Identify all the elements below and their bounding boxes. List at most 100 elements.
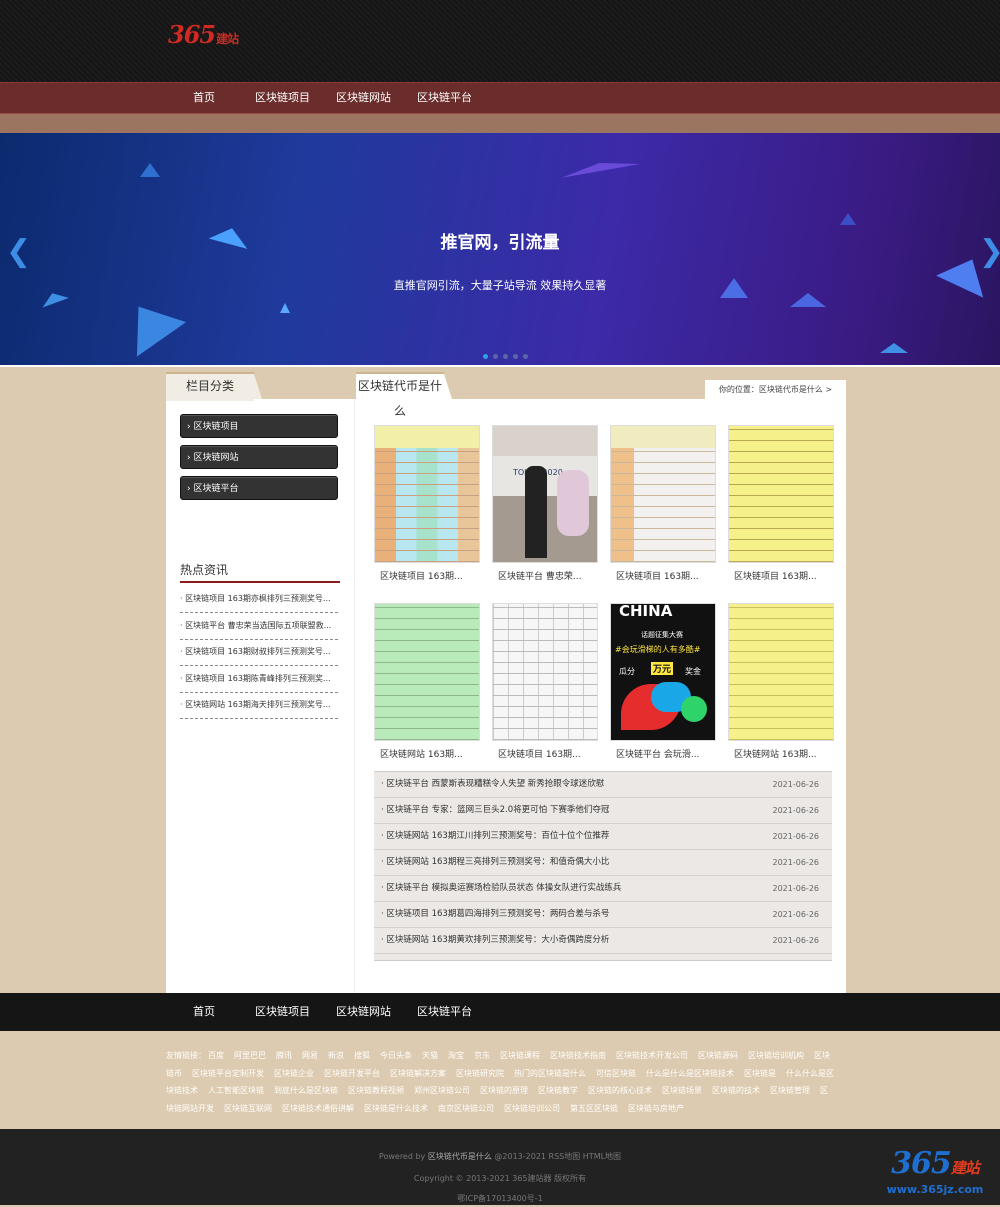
- friend-link[interactable]: 区块链技术指南: [550, 1051, 606, 1060]
- friend-link[interactable]: 网易: [302, 1051, 318, 1060]
- friend-link[interactable]: 区块链平台定制开发: [192, 1069, 264, 1078]
- friend-link[interactable]: 区块链课程: [500, 1051, 540, 1060]
- site-name-link[interactable]: 区块链代币是什么: [428, 1152, 492, 1161]
- sidebar-item-label: 区块链平台: [193, 484, 239, 494]
- sidebar-item-blockchain-site[interactable]: › 区块链网站: [180, 445, 338, 469]
- banner-shape: [140, 163, 160, 177]
- friend-link[interactable]: 新浪: [328, 1051, 344, 1060]
- friend-link[interactable]: 区块链互联网: [224, 1104, 272, 1113]
- friend-link[interactable]: 区块链研究院: [456, 1069, 504, 1078]
- news-item[interactable]: · 区块链网站 163期程三亮排列三预测奖号：和值奇偶大小比 2021-06-26: [374, 850, 832, 876]
- copyright-text: Copyright © 2013-2021 365建站器 版权所有: [413, 1174, 587, 1183]
- banner-shape: [113, 289, 187, 357]
- friend-link[interactable]: 郑州区块链公司: [414, 1086, 470, 1095]
- banner-dot[interactable]: [523, 354, 528, 359]
- news-list: · 区块链平台 西蒙斯表现糟糕令人失望 新秀抢眼令球迷欣慰 2021-06-26 …: [374, 771, 832, 961]
- friend-link[interactable]: 区块链培训机构: [748, 1051, 804, 1060]
- footer-nav-blockchain-site[interactable]: 区块链网站: [336, 993, 391, 1031]
- hot-news-item[interactable]: · 区块链平台 曹忠荣当选国际五项联盟救...: [180, 613, 338, 640]
- powered-suffix[interactable]: @2013-2021 RSS地图 HTML地图: [492, 1152, 621, 1161]
- friend-link[interactable]: 区块链是什么技术: [364, 1104, 428, 1113]
- breadcrumb[interactable]: 你的位置：区块链代币是什么 >: [705, 380, 846, 399]
- hot-news-item[interactable]: · 区块链项目 163期财叔排列三预测奖号...: [180, 639, 338, 666]
- news-item[interactable]: · 区块链平台 专家：篮网三巨头2.0将更可怕 下赛季他们夺冠 2021-06-2…: [374, 798, 832, 824]
- friend-link[interactable]: 区块链教程视频: [348, 1086, 404, 1095]
- friend-link[interactable]: 区块链与房地产: [628, 1104, 684, 1113]
- friend-link[interactable]: 百度: [208, 1051, 224, 1060]
- tab-current-column[interactable]: 区块链代币是什么: [356, 372, 444, 418]
- sub-bar: [0, 114, 1000, 133]
- friend-link[interactable]: 热门的区块链是什么: [514, 1069, 586, 1078]
- article-caption: 区块链网站 163期...: [734, 750, 817, 760]
- nav-blockchain-project[interactable]: 区块链项目: [255, 83, 310, 113]
- article-card[interactable]: CHINA 话题征集大赛 #会玩滑梯的人有多酷# 瓜分 万元 奖金 区块链平台 …: [610, 603, 716, 760]
- powered-line: Powered by 区块链代币是什么 @2013-2021 RSS地图 HTM…: [0, 1151, 1000, 1162]
- sidebar-item-blockchain-project[interactable]: › 区块链项目: [180, 414, 338, 438]
- friend-link[interactable]: 区块链的核心技术: [588, 1086, 652, 1095]
- friend-link[interactable]: 淘宝: [448, 1051, 464, 1060]
- news-item[interactable]: · 区块链网站 163期黄欢排列三预测奖号：大小奇偶跨度分析 2021-06-26: [374, 928, 832, 954]
- friend-link[interactable]: 第五区区块链: [570, 1104, 618, 1113]
- friend-link[interactable]: 区块链源码: [698, 1051, 738, 1060]
- banner-dot[interactable]: [513, 354, 518, 359]
- friend-link[interactable]: 区块链场景: [662, 1086, 702, 1095]
- friend-link[interactable]: 区块链教学: [538, 1086, 578, 1095]
- news-item[interactable]: · 区块链网站 163期江川排列三预测奖号：百位十位个位推荐 2021-06-26: [374, 824, 832, 850]
- hot-news-item[interactable]: · 区块链项目 163期陈青峰排列三预测奖...: [180, 666, 338, 693]
- friend-link[interactable]: 可信区块链: [596, 1069, 636, 1078]
- friend-link[interactable]: 区块链的技术: [712, 1086, 760, 1095]
- banner-dot[interactable]: [483, 354, 488, 359]
- footer-nav-blockchain-project[interactable]: 区块链项目: [255, 993, 310, 1031]
- banner-dot[interactable]: [493, 354, 498, 359]
- nav-home[interactable]: 首页: [193, 83, 215, 113]
- friend-link[interactable]: 区块链企业: [274, 1069, 314, 1078]
- hot-news-text: 区块链项目 163期亦枫排列三预测奖号...: [185, 594, 331, 603]
- article-card[interactable]: 区块链项目 163期...: [610, 425, 716, 582]
- friend-link[interactable]: 区块链管理: [770, 1086, 810, 1095]
- friend-link[interactable]: 区块链是: [744, 1069, 776, 1078]
- banner-next-arrow-icon[interactable]: ❯: [979, 237, 1000, 267]
- banner-subtitle: 直推官网引流，大量子站导流 效果持久显著: [393, 279, 607, 292]
- friend-link[interactable]: 什么是什么是区块链技术: [646, 1069, 734, 1078]
- friend-link[interactable]: 人工智能区块链: [208, 1086, 264, 1095]
- friend-link[interactable]: 天猫: [422, 1051, 438, 1060]
- friend-link[interactable]: 到底什么是区块链: [274, 1086, 338, 1095]
- nav-blockchain-platform[interactable]: 区块链平台: [417, 83, 472, 113]
- friend-link[interactable]: 区块链技术开发公司: [616, 1051, 688, 1060]
- friend-link[interactable]: 阿里巴巴: [234, 1051, 266, 1060]
- news-item[interactable]: · 区块链平台 模拟奥运赛场检验队员状态 体操女队进行实战练兵 2021-06-2…: [374, 876, 832, 902]
- article-card[interactable]: TOKYO 2020 区块链平台 曹忠荣...: [492, 425, 598, 582]
- friend-link[interactable]: 区块链培训公司: [504, 1104, 560, 1113]
- friend-link[interactable]: 区块链技术通俗讲解: [282, 1104, 354, 1113]
- friend-link[interactable]: 京东: [474, 1051, 490, 1060]
- news-item[interactable]: · 区块链项目 163期葛四海排列三预测奖号：两码合差与杀号 2021-06-26: [374, 902, 832, 928]
- icp-number[interactable]: 鄂ICP备17013400号-1: [0, 1193, 1000, 1204]
- footer-nav-blockchain-platform[interactable]: 区块链平台: [417, 993, 472, 1031]
- friend-link[interactable]: 区块链解决方案: [390, 1069, 446, 1078]
- hot-news-item[interactable]: · 区块链项目 163期亦枫排列三预测奖号...: [180, 586, 338, 613]
- nav-blockchain-site[interactable]: 区块链网站: [336, 83, 391, 113]
- tab-category[interactable]: 栏目分类: [166, 372, 254, 401]
- poster-headline: 话题征集大赛: [641, 631, 683, 639]
- friend-link[interactable]: 区块链开发平台: [324, 1069, 380, 1078]
- article-card[interactable]: 区块链网站 163期...: [728, 603, 834, 760]
- article-card[interactable]: 区块链项目 163期...: [492, 603, 598, 760]
- friend-link[interactable]: 腾讯: [276, 1051, 292, 1060]
- banner-prev-arrow-icon[interactable]: ❮: [6, 237, 31, 267]
- photo-mascot: [557, 470, 589, 536]
- article-card[interactable]: 区块链网站 163期...: [374, 603, 480, 760]
- friend-link[interactable]: 今日头条: [380, 1051, 412, 1060]
- sidebar-item-blockchain-platform[interactable]: › 区块链平台: [180, 476, 338, 500]
- friend-link[interactable]: 南京区块链公司: [438, 1104, 494, 1113]
- news-item[interactable]: · 区块链平台 西蒙斯表现糟糕令人失望 新秀抢眼令球迷欣慰 2021-06-26: [374, 772, 832, 798]
- news-title: 区块链网站 163期程三亮排列三预测奖号：和值奇偶大小比: [386, 857, 610, 867]
- banner-slider[interactable]: 推官网，引流量 直推官网引流，大量子站导流 效果持久显著 ❮ ❯: [0, 133, 1000, 365]
- friend-link[interactable]: 搜狐: [354, 1051, 370, 1060]
- footer-nav-home[interactable]: 首页: [193, 993, 215, 1031]
- banner-dot[interactable]: [503, 354, 508, 359]
- article-card[interactable]: 区块链项目 163期...: [728, 425, 834, 582]
- article-card[interactable]: 区块链项目 163期...: [374, 425, 480, 582]
- hot-news-item[interactable]: · 区块链网站 163期海天排列三预测奖号...: [180, 692, 338, 719]
- site-logo[interactable]: 365建站: [168, 20, 239, 49]
- friend-link[interactable]: 区块链的原理: [480, 1086, 528, 1095]
